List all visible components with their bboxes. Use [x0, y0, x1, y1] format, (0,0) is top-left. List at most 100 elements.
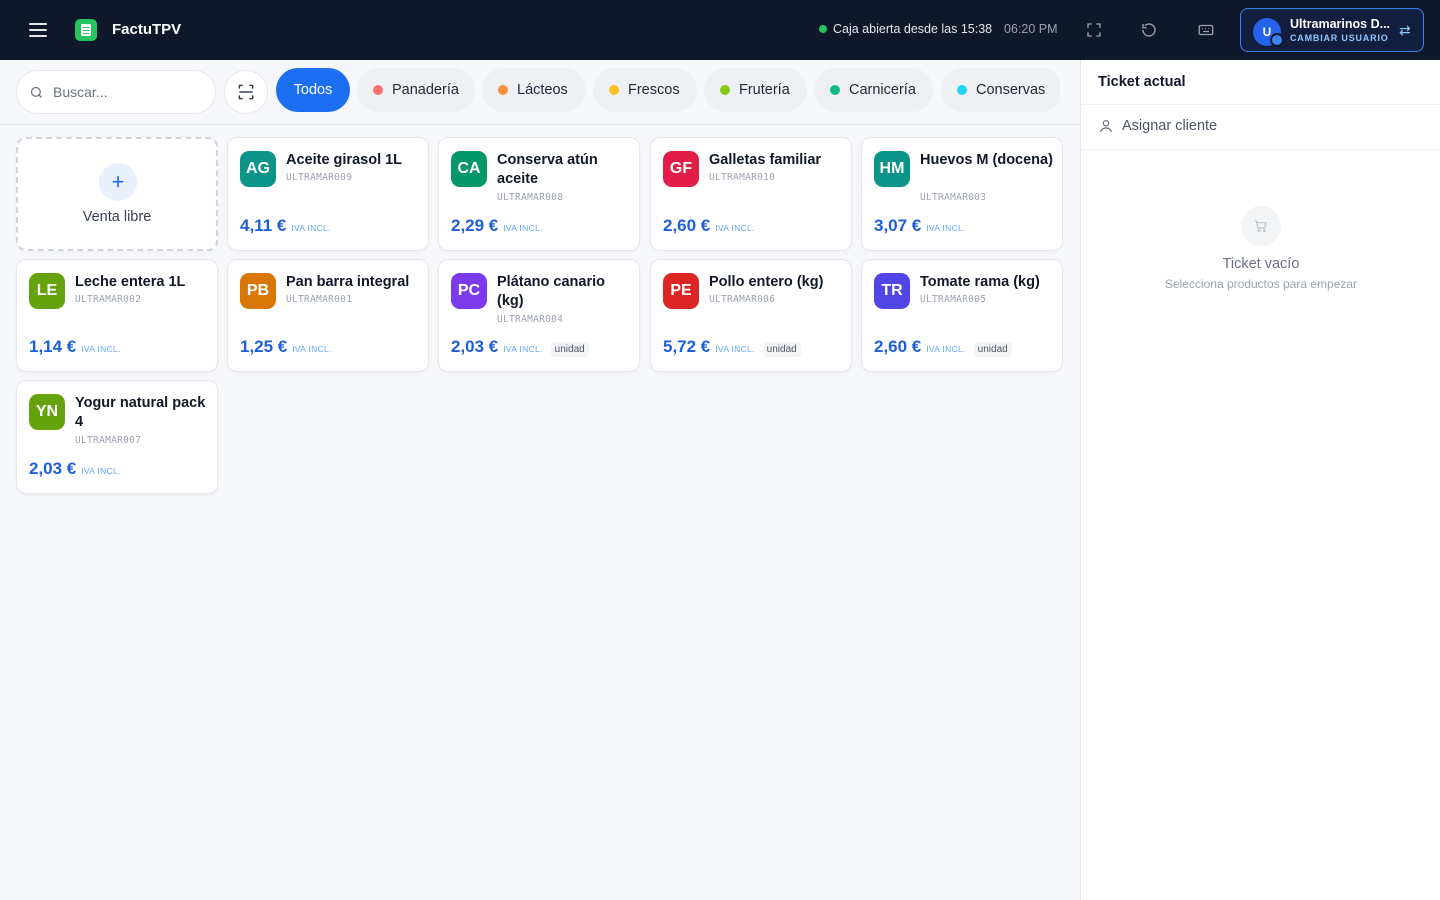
free-sale-label: Venta libre: [82, 209, 152, 225]
price-value: 3,07 €: [874, 216, 922, 235]
assign-client-button[interactable]: Asignar cliente: [1098, 118, 1217, 134]
product-card[interactable]: CA Conserva atún aceite ULTRAMAR008 2,29…: [438, 137, 640, 251]
category-dot-icon: [498, 85, 508, 95]
product-name: Conserva atún aceite: [497, 152, 598, 187]
product-card[interactable]: TR Tomate rama (kg) ULTRAMAR005 2,60 € I…: [861, 259, 1063, 372]
price-value: 1,14 €: [29, 337, 77, 356]
free-sale-card[interactable]: + Venta libre: [16, 137, 218, 251]
product-price: 5,72 € IVA INCL. unidad: [663, 337, 801, 357]
product-initials-avatar: AG: [240, 151, 276, 187]
product-name: Leche entera 1L: [75, 274, 186, 290]
toolbar-divider: [0, 124, 1080, 125]
category-chip-todos[interactable]: Todos: [276, 68, 350, 112]
switch-user-label: CAMBIAR USUARIO: [1290, 33, 1389, 43]
fullscreen-icon[interactable]: [1083, 19, 1105, 41]
tax-label: IVA INCL.: [503, 223, 543, 233]
divider: [1081, 104, 1440, 105]
divider: [1081, 149, 1440, 150]
category-chip-conservas[interactable]: Conservas: [941, 68, 1060, 112]
tax-label: IVA INCL.: [291, 223, 331, 233]
hamburger-icon[interactable]: [28, 20, 48, 40]
category-dot-icon: [957, 85, 967, 95]
status-text: Caja abierta desde las 15:38: [833, 22, 993, 36]
price-value: 2,29 €: [451, 216, 499, 235]
price-value: 1,25 €: [240, 337, 288, 356]
product-price: 1,25 € IVA INCL.: [240, 337, 332, 357]
category-chip-fruteria[interactable]: Frutería: [704, 68, 807, 112]
product-sku: ULTRAMAR010: [709, 172, 776, 183]
product-sku: ULTRAMAR003: [920, 192, 987, 203]
product-card[interactable]: PE Pollo entero (kg) ULTRAMAR006 5,72 € …: [650, 259, 852, 372]
search-icon: [30, 86, 42, 98]
product-price: 2,60 € IVA INCL. unidad: [874, 337, 1012, 357]
barcode-scan-icon: [238, 84, 254, 100]
product-price: 2,03 € IVA INCL.: [29, 459, 121, 479]
product-card[interactable]: GF Galletas familiar ULTRAMAR010 2,60 € …: [650, 137, 852, 251]
product-initials-avatar: HM: [874, 151, 910, 187]
product-name: Galletas familiar: [709, 152, 822, 168]
user-name: Ultramarinos D...: [1290, 17, 1390, 31]
barcode-scan-button[interactable]: [224, 70, 268, 114]
price-value: 5,72 €: [663, 337, 711, 356]
tax-label: IVA INCL.: [715, 223, 755, 233]
category-tabs: Todos Panadería Lácteos Frescos Frutería…: [276, 68, 1060, 114]
price-value: 2,60 €: [663, 216, 711, 235]
tax-label: IVA INCL.: [926, 344, 966, 354]
category-chip-lacteos[interactable]: Lácteos: [482, 68, 586, 112]
tax-label: IVA INCL.: [715, 344, 755, 354]
category-dot-icon: [720, 85, 730, 95]
search-input[interactable]: [53, 84, 203, 100]
product-card[interactable]: AG Aceite girasol 1L ULTRAMAR009 4,11 € …: [227, 137, 429, 251]
product-card[interactable]: PC Plátano canario (kg) ULTRAMAR004 2,03…: [438, 259, 640, 372]
category-chip-carniceria[interactable]: Carnicería: [814, 68, 933, 112]
product-card[interactable]: PB Pan barra integral ULTRAMAR001 1,25 €…: [227, 259, 429, 372]
unit-badge: unidad: [762, 342, 801, 357]
app-title: FactuTPV: [112, 21, 182, 38]
tax-label: IVA INCL.: [503, 344, 543, 354]
switch-user-button[interactable]: U Ultramarinos D... CAMBIAR USUARIO ⇄: [1240, 8, 1424, 52]
category-chip-panaderia[interactable]: Panadería: [357, 68, 475, 112]
clock: 06:20 PM: [1004, 22, 1058, 36]
search-box: [16, 70, 216, 114]
price-value: 2,60 €: [874, 337, 922, 356]
product-initials-avatar: GF: [663, 151, 699, 187]
category-label: Lácteos: [517, 82, 568, 98]
product-card[interactable]: YN Yogur natural pack 4 ULTRAMAR007 2,03…: [16, 380, 218, 494]
category-label: Todos: [293, 82, 333, 98]
empty-ticket-title: Ticket vacío: [1222, 256, 1300, 272]
product-initials-avatar: PE: [663, 273, 699, 309]
tax-label: IVA INCL.: [81, 466, 121, 476]
plus-icon: +: [99, 163, 137, 201]
product-price: 4,11 € IVA INCL.: [240, 216, 331, 236]
swap-icon: ⇄: [1399, 22, 1411, 38]
tax-label: IVA INCL.: [81, 344, 121, 354]
avatar-swap-badge-icon: [1270, 33, 1284, 47]
category-dot-icon: [830, 85, 840, 95]
category-label: Frescos: [628, 82, 680, 98]
product-sku: ULTRAMAR009: [286, 172, 353, 183]
product-sku: ULTRAMAR001: [286, 294, 353, 305]
product-name: Aceite girasol 1L: [286, 152, 403, 168]
product-initials-avatar: PC: [451, 273, 487, 309]
assign-client-label: Asignar cliente: [1122, 118, 1218, 134]
unit-badge: unidad: [973, 342, 1012, 357]
product-initials-avatar: PB: [240, 273, 276, 309]
ticket-title: Ticket actual: [1098, 74, 1186, 90]
product-card[interactable]: LE Leche entera 1L ULTRAMAR002 1,14 € IV…: [16, 259, 218, 372]
product-sku: ULTRAMAR008: [497, 192, 564, 203]
product-name: Yogur natural pack 4: [75, 395, 206, 430]
product-card[interactable]: HM Huevos M (docena) ULTRAMAR003 3,07 € …: [861, 137, 1063, 251]
product-sku: ULTRAMAR007: [75, 435, 142, 446]
category-chip-frescos[interactable]: Frescos: [593, 68, 697, 112]
category-label: Frutería: [739, 82, 790, 98]
product-price: 1,14 € IVA INCL.: [29, 337, 121, 357]
user-icon: [1100, 120, 1112, 133]
refresh-icon[interactable]: [1138, 19, 1160, 41]
keyboard-icon[interactable]: [1195, 19, 1217, 41]
product-initials-avatar: TR: [874, 273, 910, 309]
product-name: Huevos M (docena): [920, 152, 1053, 168]
tax-label: IVA INCL.: [926, 223, 966, 233]
product-price: 3,07 € IVA INCL.: [874, 216, 966, 236]
product-initials-avatar: CA: [451, 151, 487, 187]
empty-ticket-hint: Selecciona productos para empezar: [1164, 277, 1358, 291]
